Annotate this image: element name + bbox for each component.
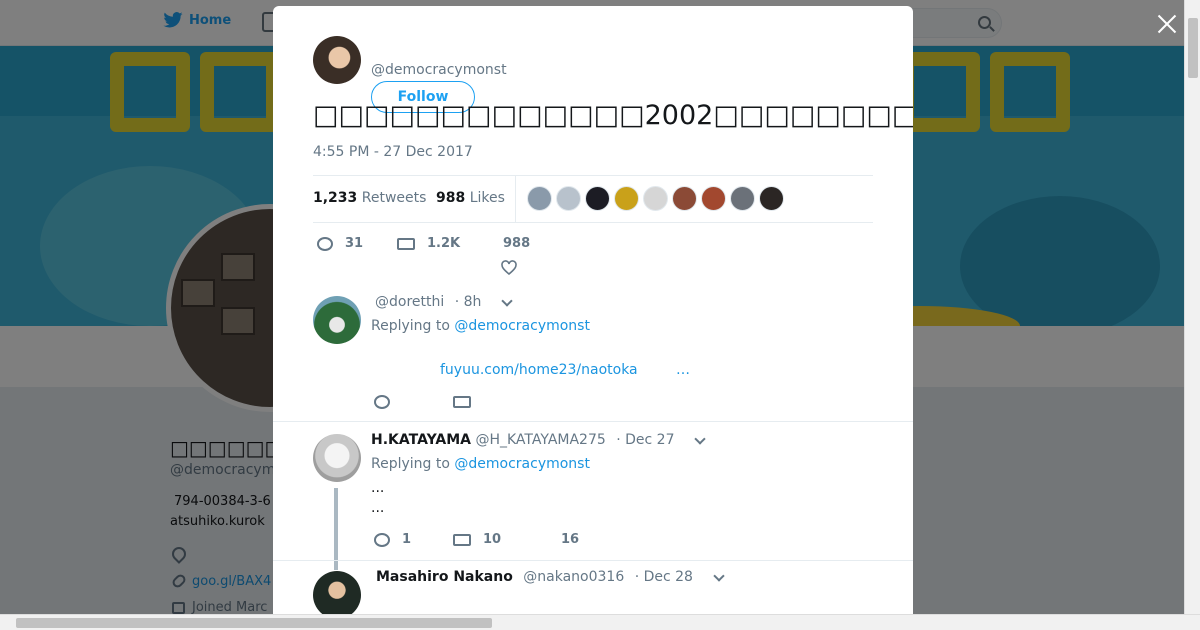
reply-icon[interactable] (374, 395, 390, 409)
retweet-icon[interactable] (453, 396, 471, 408)
likes-stat[interactable]: 988 Likes (436, 190, 505, 206)
reply-avatar[interactable] (313, 296, 361, 344)
reply-count: 1 (402, 532, 412, 547)
replying-to-handle[interactable]: @democracymonst (454, 318, 590, 334)
chevron-down-icon[interactable] (713, 570, 725, 582)
like-action[interactable]: 988 (503, 236, 530, 251)
tweet-timestamp[interactable]: 4:55 PM - 27 Dec 2017 (313, 144, 473, 160)
liker-avatar[interactable] (585, 186, 610, 211)
thread-line (334, 488, 338, 570)
reply-handle[interactable]: @doretthi · 8h (375, 294, 481, 310)
replying-prefix: Replying to (371, 456, 450, 472)
reply-action[interactable]: 31 (317, 236, 363, 251)
reply-time[interactable]: · Dec 28 (635, 569, 693, 585)
retweet-icon (453, 533, 471, 546)
vertical-scrollbar[interactable] (1184, 0, 1200, 614)
likes-label: Likes (469, 190, 505, 206)
liker-avatar[interactable] (643, 186, 668, 211)
reply-author[interactable]: Masahiro Nakano @nakano0316 · Dec 28 (376, 569, 693, 585)
like-count: 16 (561, 532, 580, 547)
likes-count: 988 (436, 190, 466, 206)
retweet-count: 10 (483, 532, 502, 547)
liker-avatar[interactable] (614, 186, 639, 211)
retweet-action[interactable]: 10 (453, 532, 501, 547)
retweet-count: 1.2K (427, 236, 461, 251)
reply-link[interactable]: fuyuu.com/home23/naotoka (440, 362, 638, 378)
horizontal-scrollbar[interactable] (0, 614, 1200, 630)
reply-count: 31 (345, 236, 364, 251)
replying-to: Replying to @democracymonst (371, 456, 590, 472)
reply-handle-text: @H_KATAYAMA275 (475, 432, 606, 448)
tweet-text: □□□□□□□□□□□□□2002□□□□□□□□□□□□□□□□□□□□□□□… (313, 100, 913, 131)
reply-author[interactable]: H.KATAYAMA @H_KATAYAMA275 · Dec 27 (371, 432, 675, 448)
reply-icon (374, 532, 390, 547)
tweet-author-handle[interactable]: @democracymonst (371, 62, 507, 78)
replying-to: Replying to @democracymonst (371, 318, 590, 334)
tweet-modal: @democracymonst Follow □□□□□□□□□□□□□2002… (273, 6, 913, 614)
retweet-icon (397, 237, 415, 250)
retweets-label: Retweets (361, 190, 427, 206)
replying-to-handle[interactable]: @democracymonst (454, 456, 590, 472)
reply-handle-text: @nakano0316 (523, 569, 625, 585)
heart-icon[interactable] (501, 260, 517, 276)
reply-icon (317, 236, 333, 251)
liker-avatar[interactable] (730, 186, 755, 211)
reply-handle-text: @doretthi (375, 294, 445, 310)
reply-ellipsis[interactable]: … (676, 362, 690, 378)
tweet-author-avatar[interactable] (313, 36, 361, 84)
retweets-count: 1,233 (313, 190, 358, 206)
reply-text-line: ... (371, 480, 385, 496)
reply-text-line: ... (371, 500, 385, 516)
replying-prefix: Replying to (371, 318, 450, 334)
chevron-down-icon[interactable] (501, 295, 513, 307)
like-count: 988 (503, 236, 531, 251)
reply-name: H.KATAYAMA (371, 432, 471, 448)
liker-avatar[interactable] (527, 186, 552, 211)
like-action[interactable]: 16 (561, 532, 579, 547)
liker-avatar[interactable] (701, 186, 726, 211)
chevron-down-icon[interactable] (694, 433, 706, 445)
liker-avatar[interactable] (759, 186, 784, 211)
retweets-stat[interactable]: 1,233 Retweets (313, 190, 426, 206)
retweet-action[interactable]: 1.2K (397, 236, 460, 251)
liker-avatar[interactable] (556, 186, 581, 211)
reply-avatar[interactable] (313, 571, 361, 614)
reply-action[interactable]: 1 (374, 532, 411, 547)
reply-time[interactable]: · Dec 27 (616, 432, 674, 448)
reply-time[interactable]: · 8h (455, 294, 482, 310)
tweet-stats: 1,233 Retweets 988 Likes (313, 175, 873, 223)
reply-name: Masahiro Nakano (376, 569, 513, 585)
close-icon[interactable] (1155, 12, 1179, 36)
liker-avatar[interactable] (672, 186, 697, 211)
reply-avatar[interactable] (313, 434, 361, 482)
